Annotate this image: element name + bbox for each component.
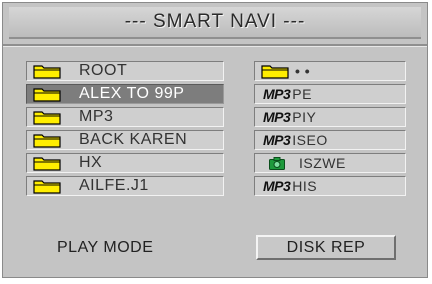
disk-rep-button[interactable]: DISK REP	[256, 235, 396, 260]
folder-item-label: BACK KAREN	[79, 131, 188, 148]
folder-icon	[33, 111, 61, 125]
file-item-iseo[interactable]: MP3 ISEO	[254, 130, 406, 150]
folder-icon	[33, 134, 61, 148]
play-mode-button[interactable]: PLAY MODE	[57, 239, 153, 257]
file-item-label: PE	[292, 86, 312, 102]
file-list: • • MP3 PE MP3 PIY MP3 ISEO ISZWE MP3 HI…	[254, 61, 406, 199]
folder-icon	[33, 157, 61, 171]
file-item-label: ISEO	[292, 132, 328, 148]
photo-icon	[269, 156, 285, 170]
folder-icon	[33, 65, 61, 79]
file-item-label: • •	[295, 63, 311, 79]
folder-item-label: HX	[79, 154, 103, 171]
title-bar: --- SMART NAVI ---	[9, 7, 421, 39]
file-item-label: HIS	[292, 178, 318, 194]
divider	[3, 44, 427, 47]
page-title: --- SMART NAVI ---	[124, 11, 306, 32]
file-item-piy[interactable]: MP3 PIY	[254, 107, 406, 127]
folder-item-back-karen[interactable]: BACK KAREN	[26, 130, 224, 150]
folder-item-ailfe-j1[interactable]: AILFE.J1	[26, 176, 224, 196]
mp3-icon: MP3	[263, 178, 291, 194]
file-item-his[interactable]: MP3 HIS	[254, 176, 406, 196]
disk-rep-label: DISK REP	[286, 238, 366, 256]
mp3-icon: MP3	[263, 109, 291, 125]
file-item-label: ISZWE	[299, 155, 346, 171]
file-item-label: PIY	[292, 109, 317, 125]
mp3-icon: MP3	[263, 132, 291, 148]
folder-icon	[33, 180, 61, 194]
file-item-parent[interactable]: • •	[254, 61, 406, 81]
folder-item-root[interactable]: ROOT	[26, 61, 224, 81]
folder-item-label: AILFE.J1	[79, 177, 149, 194]
folder-item-label: ROOT	[79, 62, 128, 79]
file-item-iszwe[interactable]: ISZWE	[254, 153, 406, 173]
folder-item-label: ALEX TO 99P	[79, 85, 185, 102]
mp3-icon: MP3	[263, 86, 291, 102]
folder-icon	[261, 65, 289, 79]
folder-item-mp3[interactable]: MP3	[26, 107, 224, 127]
folder-icon	[33, 88, 61, 102]
folder-item-alex-to-99p[interactable]: ALEX TO 99P	[26, 84, 224, 104]
folder-item-hx[interactable]: HX	[26, 153, 224, 173]
folder-list: ROOT ALEX TO 99P MP3 BACK KAREN HX AILFE…	[26, 61, 224, 199]
folder-item-label: MP3	[79, 108, 114, 125]
file-item-pe[interactable]: MP3 PE	[254, 84, 406, 104]
smart-navi-screen: --- SMART NAVI --- ROOT ALEX TO 99P MP3	[2, 2, 428, 278]
